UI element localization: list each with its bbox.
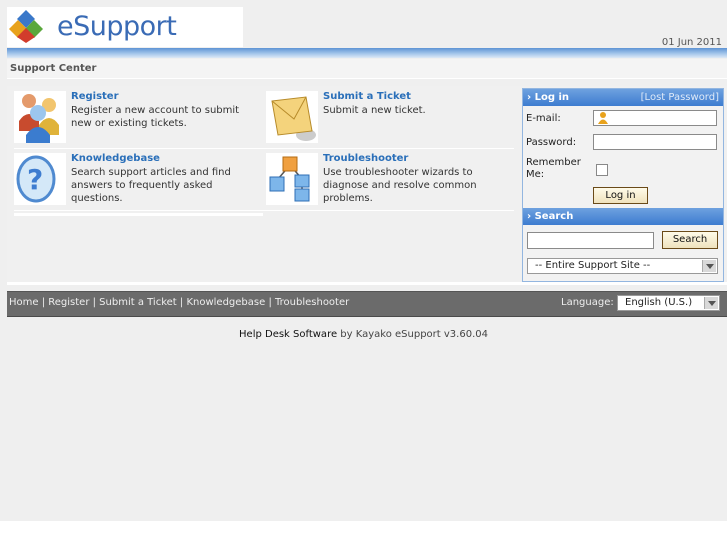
chevron-right-icon: › xyxy=(527,92,535,103)
search-header: › Search xyxy=(523,208,723,225)
question-icon[interactable]: ? xyxy=(14,153,66,205)
credit-text: by Kayako eSupport v3.60.04 xyxy=(340,329,488,340)
footer-link-troubleshooter[interactable]: Troubleshooter xyxy=(275,297,349,308)
envelope-icon[interactable] xyxy=(266,91,318,143)
footer-link-home[interactable]: Home xyxy=(9,297,39,308)
search-input[interactable] xyxy=(527,232,654,249)
chevron-right-icon: › xyxy=(527,211,535,222)
logo[interactable]: eSupport xyxy=(7,7,243,47)
tile-register-link[interactable]: Register xyxy=(71,91,119,102)
login-button[interactable]: Log in xyxy=(593,187,648,204)
login-header: › Log in [Lost Password] xyxy=(523,89,723,106)
header-rule xyxy=(7,48,727,58)
page-title-bar: Support Center xyxy=(7,59,727,79)
tile-divider xyxy=(14,213,263,216)
chevron-down-icon xyxy=(704,297,718,309)
tile-submit-ticket-desc: Submit a new ticket. xyxy=(323,105,426,116)
tile-troubleshooter-desc: Use troubleshooter wizards to diagnose a… xyxy=(323,167,477,204)
tile-knowledgebase-desc: Search support articles and find answers… xyxy=(71,167,231,204)
page-title: Support Center xyxy=(10,63,97,74)
footer-link-knowledgebase[interactable]: Knowledgebase xyxy=(186,297,265,308)
tile-register-desc: Register a new account to submit new or … xyxy=(71,105,240,129)
svg-text:?: ? xyxy=(27,163,43,196)
search-scope-select[interactable]: -- Entire Support Site -- xyxy=(527,258,718,274)
tile-troubleshooter-link[interactable]: Troubleshooter xyxy=(323,153,408,164)
login-panel: › Log in [Lost Password] E-mail: Passwor… xyxy=(522,88,724,282)
chevron-down-icon xyxy=(702,260,716,272)
logo-icon xyxy=(9,10,43,43)
language-select[interactable]: English (U.S.) xyxy=(617,295,720,311)
login-heading: Log in xyxy=(534,92,570,103)
tile-knowledgebase-link[interactable]: Knowledgebase xyxy=(71,153,160,164)
users-icon[interactable] xyxy=(14,91,66,143)
footer-link-register[interactable]: Register xyxy=(48,297,89,308)
tile-divider xyxy=(14,148,514,149)
credit-line: Help Desk Software by Kayako eSupport v3… xyxy=(0,329,727,340)
footer-divider xyxy=(7,282,727,285)
email-field[interactable] xyxy=(593,110,717,126)
footer-nav-bar: Home | Register | Submit a Ticket | Know… xyxy=(7,291,727,317)
remember-me-label: Remember Me: xyxy=(526,157,581,180)
footer-link-submit-ticket[interactable]: Submit a Ticket xyxy=(99,297,177,308)
language-value: English (U.S.) xyxy=(625,297,693,308)
cubes-icon[interactable] xyxy=(266,153,318,205)
search-button[interactable]: Search xyxy=(662,231,718,249)
help-desk-software-link[interactable]: Help Desk Software xyxy=(239,329,337,340)
logo-text: eSupport xyxy=(57,11,177,42)
password-field[interactable] xyxy=(593,134,717,150)
user-icon xyxy=(598,112,608,124)
tile-submit-ticket-link[interactable]: Submit a Ticket xyxy=(323,91,411,102)
search-scope-value: -- Entire Support Site -- xyxy=(535,260,651,271)
email-label: E-mail: xyxy=(526,113,561,124)
remember-me-checkbox[interactable] xyxy=(596,164,608,176)
footer-links: Home | Register | Submit a Ticket | Know… xyxy=(9,297,350,308)
lost-password-link[interactable]: [Lost Password] xyxy=(641,92,719,103)
tile-divider xyxy=(14,210,514,211)
search-heading: Search xyxy=(534,211,574,222)
language-label: Language: xyxy=(561,297,614,308)
current-date: 01 Jun 2011 xyxy=(661,37,722,48)
password-label: Password: xyxy=(526,137,577,148)
